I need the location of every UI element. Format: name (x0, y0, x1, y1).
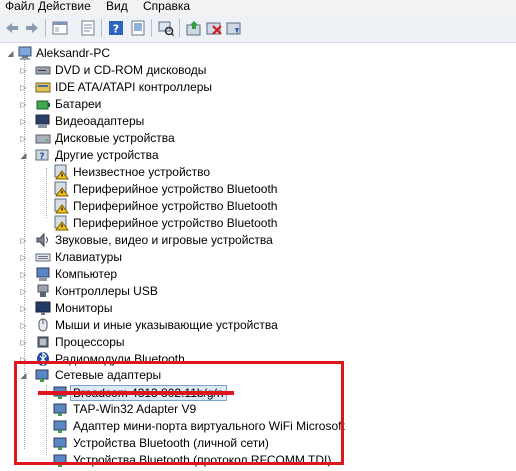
expand-arrow-icon[interactable]: ▷ (20, 100, 27, 109)
tree-device[interactable]: Неизвестное устройство (0, 164, 516, 180)
collapse-arrow-icon[interactable]: ◢ (20, 151, 27, 160)
menu-bar: Файл Действие Вид Справка (0, 0, 516, 14)
battery-icon (35, 96, 51, 112)
keyboard-icon (35, 249, 51, 265)
back-arrow-icon[interactable] (4, 20, 20, 36)
tree-category[interactable]: ▷ DVD и CD-ROM дисководы (0, 62, 516, 78)
warning-device-icon (53, 164, 69, 180)
warning-device-icon (53, 215, 69, 231)
toolbar-separator (179, 19, 180, 37)
device-label: Периферийное устройство Bluetooth (73, 199, 278, 213)
properties-icon[interactable] (80, 20, 96, 36)
toolbar-separator (151, 19, 152, 37)
toolbar-separator (45, 19, 46, 37)
tree-device[interactable]: Периферийное устройство Bluetooth (0, 198, 516, 214)
warning-device-icon (53, 181, 69, 197)
disk-drive-icon (35, 130, 51, 146)
tree-root-label: Aleksandr-PC (36, 46, 111, 60)
dvd-drive-icon (35, 62, 51, 78)
highlight-annotation-box (14, 361, 344, 465)
expand-arrow-icon[interactable]: ▷ (20, 236, 27, 245)
expand-arrow-icon[interactable]: ▷ (20, 66, 27, 75)
device-label: Периферийное устройство Bluetooth (73, 216, 278, 230)
expand-arrow-icon[interactable]: ▷ (20, 253, 27, 262)
svg-text:?: ? (113, 23, 119, 36)
update-driver-icon[interactable] (186, 20, 202, 36)
category-label: Мыши и иные указывающие устройства (55, 318, 278, 332)
category-label: Видеоадаптеры (55, 114, 145, 128)
display-adapter-icon (35, 113, 51, 129)
category-label: IDE ATA/ATAPI контроллеры (55, 80, 213, 94)
device-label: Неизвестное устройство (73, 165, 211, 179)
sound-icon (35, 232, 51, 248)
tree-category[interactable]: ▷ Мыши и иные указывающие устройства (0, 317, 516, 333)
toolbar-separator (101, 19, 102, 37)
disable-device-icon[interactable] (226, 20, 242, 36)
other-devices-icon: ? (35, 147, 51, 163)
category-label: Другие устройства (55, 148, 159, 162)
tree-category[interactable]: ▷ Мониторы (0, 300, 516, 316)
uninstall-device-icon[interactable] (206, 20, 222, 36)
tree-category[interactable]: ▷ Клавиатуры (0, 249, 516, 265)
tree-category[interactable]: ▷ Дисковые устройства (0, 130, 516, 146)
expand-arrow-icon[interactable]: ▷ (20, 83, 27, 92)
menu-file[interactable]: Файл (5, 0, 35, 13)
tree-category[interactable]: ▷ Компьютер (0, 266, 516, 282)
menu-help[interactable]: Справка (143, 0, 190, 13)
tree-root[interactable]: ◢ Aleksandr-PC (0, 45, 516, 61)
tree-device[interactable]: Периферийное устройство Bluetooth (0, 215, 516, 231)
scan-hardware-icon[interactable] (158, 20, 175, 37)
help-topics-icon[interactable] (130, 20, 146, 36)
category-label: Мониторы (55, 301, 113, 315)
tree-category[interactable]: ▷ Батареи (0, 96, 516, 112)
category-label: Контроллеры USB (55, 284, 158, 298)
expand-arrow-icon[interactable]: ▷ (20, 270, 27, 279)
tree-category[interactable]: ▷ Процессоры (0, 334, 516, 350)
expand-arrow-icon[interactable]: ▷ (20, 134, 27, 143)
collapse-arrow-icon[interactable]: ◢ (7, 49, 14, 58)
expand-arrow-icon[interactable]: ▷ (20, 117, 27, 126)
computer-icon (35, 266, 51, 282)
monitor-icon (35, 300, 51, 316)
tree-device[interactable]: Периферийное устройство Bluetooth (0, 181, 516, 197)
forward-arrow-icon[interactable] (24, 20, 40, 36)
category-label: DVD и CD-ROM дисководы (55, 63, 207, 77)
expand-arrow-icon[interactable]: ▷ (20, 338, 27, 347)
tree-category[interactable]: ▷ Звуковые, видео и игровые устройства (0, 232, 516, 248)
category-label: Клавиатуры (55, 250, 122, 264)
menu-action[interactable]: Действие (38, 0, 91, 13)
toolbar: ? (0, 14, 516, 43)
category-label: Компьютер (55, 267, 118, 281)
mouse-icon (35, 317, 51, 333)
expand-arrow-icon[interactable]: ▷ (20, 304, 27, 313)
tree-category[interactable]: ▷ Контроллеры USB (0, 283, 516, 299)
menu-view[interactable]: Вид (106, 0, 128, 13)
category-label: Процессоры (55, 335, 125, 349)
ide-controller-icon (35, 79, 51, 95)
svg-text:?: ? (39, 152, 44, 162)
tree-category[interactable]: ▷ Видеоадаптеры (0, 113, 516, 129)
warning-device-icon (53, 198, 69, 214)
computer-icon (17, 45, 33, 61)
processor-icon (35, 334, 51, 350)
usb-icon (35, 283, 51, 299)
category-label: Звуковые, видео и игровые устройства (55, 233, 273, 247)
category-label: Дисковые устройства (55, 131, 175, 145)
category-label: Батареи (55, 97, 102, 111)
help-icon[interactable]: ? (108, 20, 124, 36)
highlight-annotation-underline (38, 391, 234, 395)
tree-category[interactable]: ▷ IDE ATA/ATAPI контроллеры (0, 79, 516, 95)
show-hide-tree-icon[interactable] (52, 20, 68, 36)
tree-category[interactable]: ◢ ? Другие устройства (0, 147, 516, 163)
expand-arrow-icon[interactable]: ▷ (20, 321, 27, 330)
expand-arrow-icon[interactable]: ▷ (20, 287, 27, 296)
device-label: Периферийное устройство Bluetooth (73, 182, 278, 196)
